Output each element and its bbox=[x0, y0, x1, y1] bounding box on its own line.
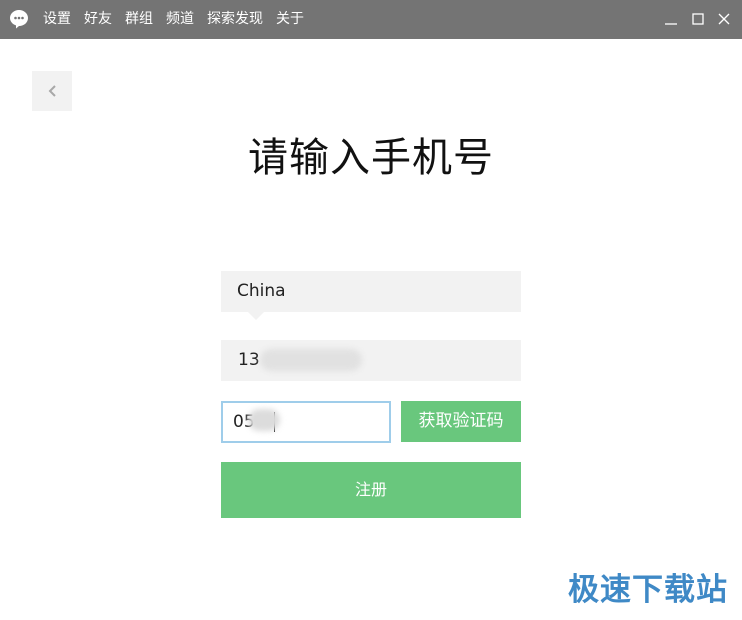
chevron-left-icon bbox=[48, 85, 56, 97]
menu-item-groups[interactable]: 群组 bbox=[125, 0, 153, 39]
minimize-icon[interactable] bbox=[662, 10, 680, 28]
get-verification-code-button[interactable]: 获取验证码 bbox=[401, 401, 521, 442]
menu-item-settings[interactable]: 设置 bbox=[43, 0, 71, 39]
register-button[interactable]: 注册 bbox=[221, 462, 521, 518]
watermark: 极速下载站 bbox=[568, 572, 728, 608]
maximize-icon[interactable] bbox=[689, 10, 707, 28]
top-menu: 设置 好友 群组 频道 探索发现 关于 bbox=[43, 0, 304, 39]
dropdown-pointer-icon bbox=[248, 312, 264, 320]
menu-item-about[interactable]: 关于 bbox=[276, 0, 304, 39]
verification-code-input[interactable]: 05 bbox=[221, 401, 391, 443]
menu-item-friends[interactable]: 好友 bbox=[84, 0, 112, 39]
redaction-blur bbox=[248, 409, 280, 431]
back-button[interactable] bbox=[32, 71, 72, 111]
country-value: China bbox=[237, 281, 286, 301]
redaction-blur bbox=[260, 349, 362, 371]
title-bar: 设置 好友 群组 频道 探索发现 关于 bbox=[0, 0, 742, 39]
chat-bubble-icon[interactable] bbox=[8, 8, 30, 30]
menu-item-channels[interactable]: 频道 bbox=[166, 0, 194, 39]
phone-number-value: 13 bbox=[238, 350, 260, 370]
country-select[interactable]: China bbox=[221, 271, 521, 320]
menu-item-explore[interactable]: 探索发现 bbox=[207, 0, 263, 39]
page-title: 请输入手机号 bbox=[248, 135, 494, 181]
close-icon[interactable] bbox=[715, 10, 733, 28]
